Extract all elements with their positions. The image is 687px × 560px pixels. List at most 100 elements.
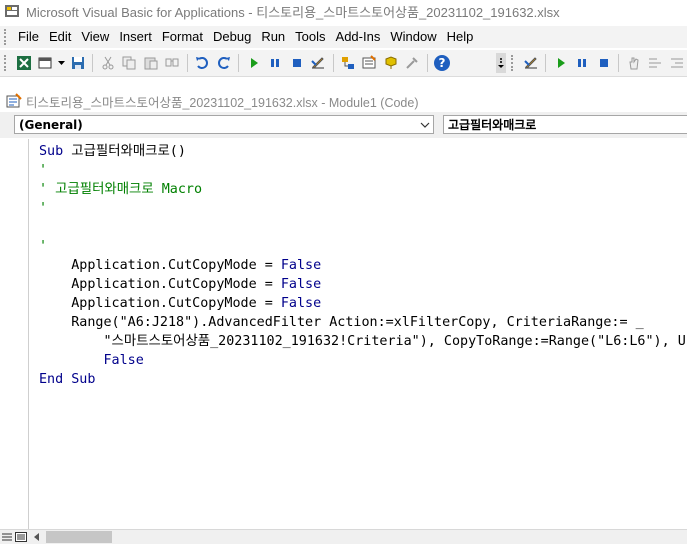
code-keyword: Sub xyxy=(39,144,72,159)
toolbar-separator xyxy=(426,54,428,72)
break-icon[interactable] xyxy=(266,53,285,73)
code-keyword: End Sub xyxy=(39,372,96,387)
code-dropdown-bar: (General) 고급필터와매크로 xyxy=(0,112,687,138)
menubar-grip[interactable] xyxy=(4,29,9,45)
run-icon[interactable] xyxy=(551,53,570,73)
code-line[interactable] xyxy=(39,218,687,237)
toolbar-separator xyxy=(186,54,188,72)
menu-debug[interactable]: Debug xyxy=(208,27,256,47)
menu-edit[interactable]: Edit xyxy=(44,27,76,47)
code-text: Application.CutCopyMode = xyxy=(39,258,281,273)
code-text: Application.CutCopyMode = xyxy=(39,296,281,311)
find-icon[interactable] xyxy=(162,53,181,73)
menu-window[interactable]: Window xyxy=(385,27,441,47)
comment-block-icon[interactable] xyxy=(646,53,665,73)
code-line[interactable]: Application.CutCopyMode = False xyxy=(39,256,687,275)
procedure-dropdown[interactable]: 고급필터와매크로 xyxy=(443,115,687,134)
code-line[interactable]: ' xyxy=(39,161,687,180)
indent-icon[interactable] xyxy=(667,53,686,73)
menu-tools[interactable]: Tools xyxy=(290,27,330,47)
code-keyword: False xyxy=(103,353,144,368)
menu-format[interactable]: Format xyxy=(157,27,208,47)
code-line[interactable]: End Sub xyxy=(39,370,687,389)
insert-module-icon[interactable] xyxy=(35,53,54,73)
code-text-area[interactable]: Sub 고급필터와매크로() ' ' 고급필터와매크로 Macro ' ' Applic… xyxy=(39,142,687,529)
scrollbar-thumb[interactable] xyxy=(46,531,112,543)
properties-icon[interactable] xyxy=(360,53,379,73)
menu-view[interactable]: View xyxy=(76,27,114,47)
window-title: Microsoft Visual Basic for Applications … xyxy=(26,4,560,20)
code-line[interactable]: ' xyxy=(39,199,687,218)
toolbar-separator xyxy=(618,54,620,72)
code-line[interactable]: Application.CutCopyMode = False xyxy=(39,294,687,313)
toolbar-separator xyxy=(332,54,334,72)
code-keyword: False xyxy=(280,277,322,292)
design-mode-icon[interactable] xyxy=(521,53,540,73)
toolbar-separator xyxy=(238,54,240,72)
menu-help[interactable]: Help xyxy=(442,27,479,47)
procedure-dropdown-value: 고급필터와매크로 xyxy=(448,118,537,132)
reset-icon[interactable] xyxy=(287,53,306,73)
save-icon[interactable] xyxy=(68,53,87,73)
hand-icon[interactable] xyxy=(624,53,643,73)
menu-bar: File Edit View Insert Format Debug Run T… xyxy=(0,26,687,48)
object-browser-icon[interactable] xyxy=(381,53,400,73)
excel-icon[interactable] xyxy=(14,53,33,73)
toolbar-options-icon[interactable] xyxy=(496,53,507,73)
project-explorer-icon[interactable] xyxy=(338,53,357,73)
vba-app-icon xyxy=(4,3,20,19)
code-editor[interactable]: Sub 고급필터와매크로() ' ' 고급필터와매크로 Macro ' ' Applic… xyxy=(0,139,687,529)
code-text: Application.CutCopyMode = xyxy=(39,277,281,292)
code-comment: ' xyxy=(39,163,48,178)
design-mode-icon[interactable] xyxy=(308,53,327,73)
code-comment: ' xyxy=(39,201,48,216)
chevron-down-icon[interactable] xyxy=(417,122,433,128)
object-dropdown[interactable]: (General) xyxy=(14,115,434,134)
reset-icon[interactable] xyxy=(594,53,613,73)
menu-insert[interactable]: Insert xyxy=(114,27,157,47)
code-line[interactable]: "스마트스토어상품_20231102_191632!Criteria"), Co… xyxy=(39,332,687,351)
paste-icon[interactable] xyxy=(141,53,160,73)
break-icon[interactable] xyxy=(573,53,592,73)
toolbox-icon[interactable] xyxy=(402,53,421,73)
bottom-strip xyxy=(0,544,687,560)
code-comment: ' 고급필터와매크로 Macro xyxy=(39,182,203,197)
code-window-title: 티스토리용_스마트스토어상품_20231102_191632.xlsx - Mo… xyxy=(26,95,419,110)
menu-add-ins[interactable]: Add-Ins xyxy=(331,27,386,47)
code-line[interactable]: False xyxy=(39,351,687,370)
code-line[interactable]: Sub 고급필터와매크로() xyxy=(39,142,687,161)
code-module-icon xyxy=(6,93,22,109)
run-icon[interactable] xyxy=(244,53,263,73)
scroll-left-icon[interactable] xyxy=(30,531,44,544)
code-keyword: False xyxy=(280,258,322,273)
procedure-view-icon[interactable] xyxy=(0,531,14,544)
undo-icon[interactable] xyxy=(193,53,212,73)
code-line[interactable]: ' xyxy=(39,237,687,256)
toolbar-grip[interactable] xyxy=(4,55,9,71)
margin-indicator-bar[interactable] xyxy=(8,139,29,529)
chevron-down-icon[interactable] xyxy=(57,53,67,73)
object-dropdown-value: (General) xyxy=(19,117,83,132)
code-text: 고급필터와매크로() xyxy=(71,144,186,159)
horizontal-scrollbar[interactable] xyxy=(0,529,687,544)
redo-icon[interactable] xyxy=(214,53,233,73)
code-text: "스마트스토어상품_20231102_191632!Criteria"), Co… xyxy=(39,334,687,349)
standard-toolbar: ? xyxy=(0,50,687,77)
code-line[interactable]: Range("A6:J218").AdvancedFilter Action:=… xyxy=(39,313,687,332)
svg-text:?: ? xyxy=(439,56,446,70)
window-titlebar: Microsoft Visual Basic for Applications … xyxy=(0,0,687,22)
menu-run[interactable]: Run xyxy=(256,27,290,47)
code-comment: ' xyxy=(39,239,48,254)
help-icon[interactable]: ? xyxy=(433,53,452,73)
menu-file[interactable]: File xyxy=(13,27,44,47)
code-line[interactable]: Application.CutCopyMode = False xyxy=(39,275,687,294)
code-text: Range("A6:J218").AdvancedFilter Action:=… xyxy=(39,315,644,330)
cut-icon[interactable] xyxy=(98,53,117,73)
code-window-titlebar: 티스토리용_스마트스토어상품_20231102_191632.xlsx - Mo… xyxy=(0,91,687,111)
toolbar-grip[interactable] xyxy=(511,55,516,71)
full-module-view-icon[interactable] xyxy=(14,531,28,544)
copy-icon[interactable] xyxy=(120,53,139,73)
toolbar-separator xyxy=(92,54,94,72)
code-line[interactable]: ' 고급필터와매크로 Macro xyxy=(39,180,687,199)
